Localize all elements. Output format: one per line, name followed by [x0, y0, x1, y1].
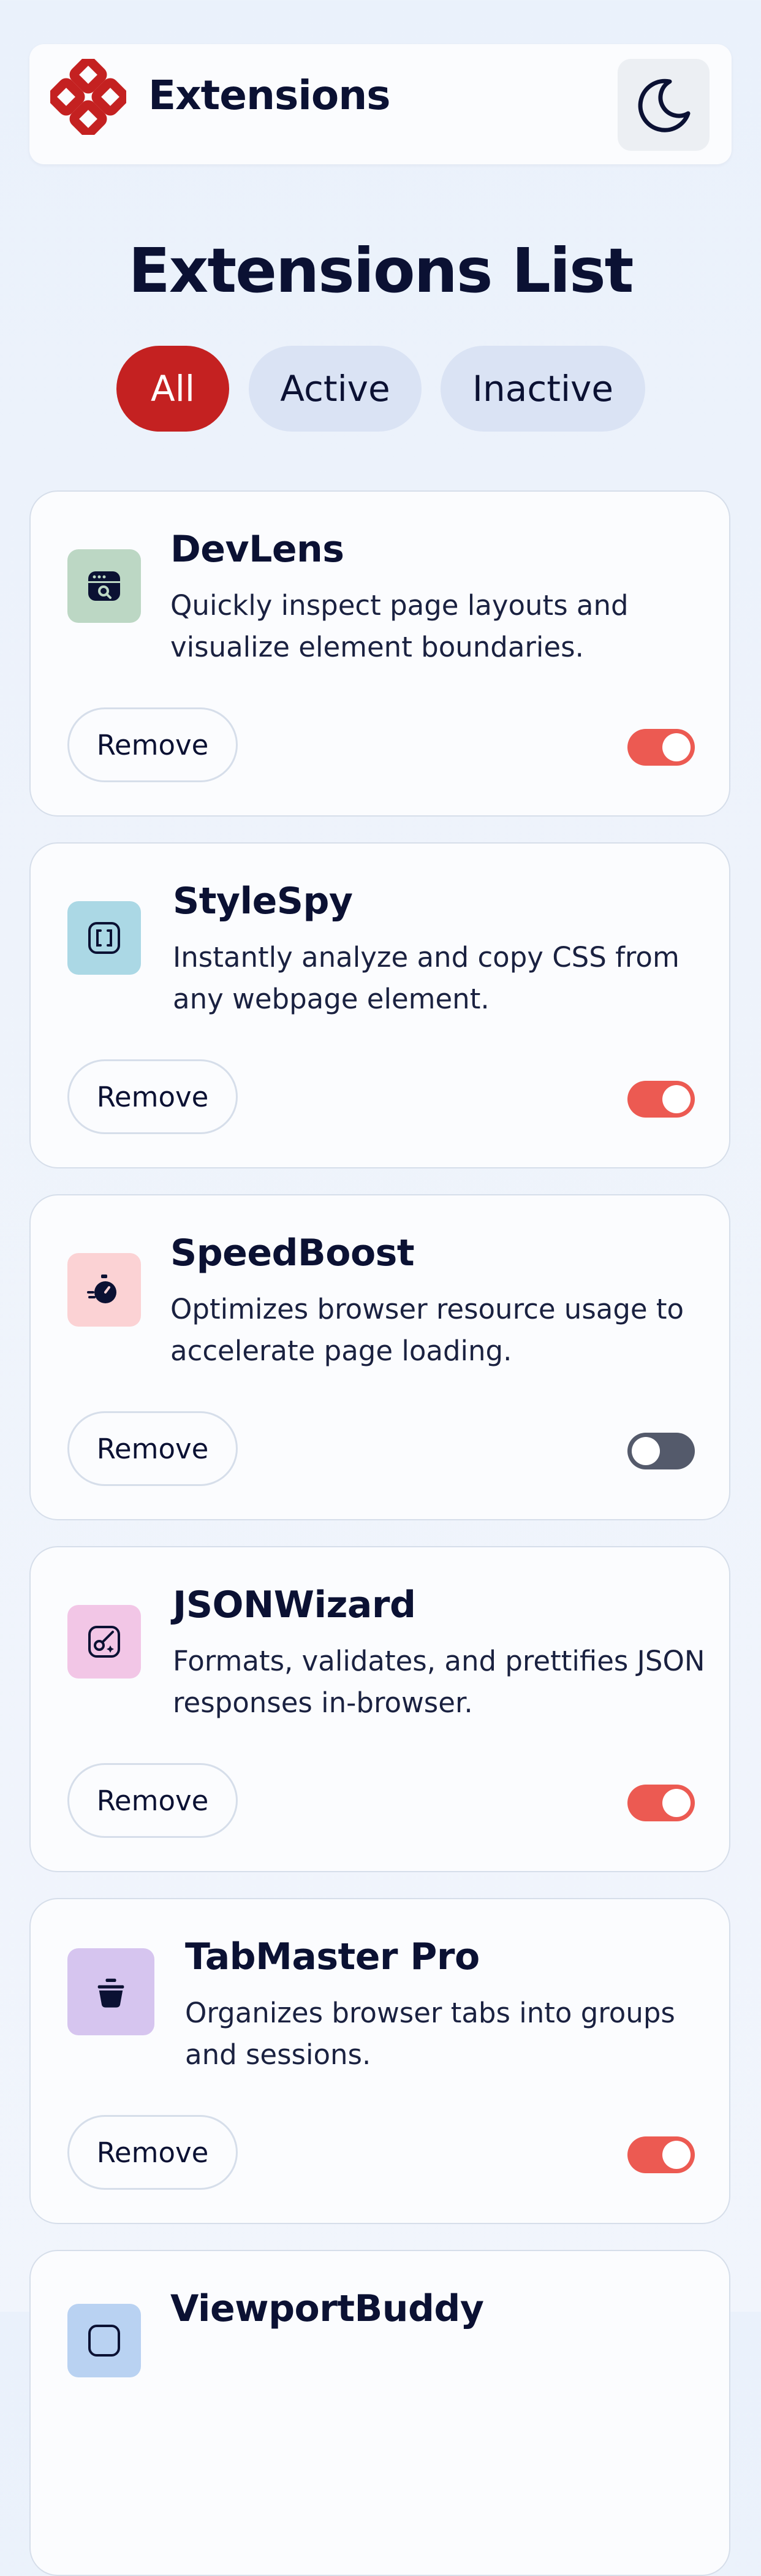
filter-all-button[interactable]: All [116, 346, 229, 432]
extension-name: StyleSpy [173, 880, 353, 923]
extension-card-stylespy: StyleSpy Instantly analyze and copy CSS … [29, 842, 730, 1168]
basket-icon [97, 1978, 124, 2008]
enable-toggle[interactable] [627, 1785, 695, 1821]
extension-card-jsonwizard: JSONWizard Formats, validates, and prett… [29, 1546, 730, 1872]
remove-button[interactable]: Remove [67, 2115, 238, 2190]
extension-card-viewportbuddy: ViewportBuddy [29, 2250, 730, 2576]
filter-bar: All Active Inactive [0, 346, 761, 432]
extension-icon-tile [67, 2304, 141, 2377]
viewport-icon [88, 2325, 120, 2357]
extension-icon-tile [67, 901, 141, 975]
remove-button[interactable]: Remove [67, 1763, 238, 1838]
brand-name: Extensions [148, 72, 390, 119]
toggle-knob [662, 733, 691, 761]
extension-description: Quickly inspect page layouts and visuali… [170, 589, 629, 663]
remove-button[interactable]: Remove [67, 1059, 238, 1134]
remove-button[interactable]: Remove [67, 707, 238, 782]
filter-inactive-button[interactable]: Inactive [441, 346, 645, 432]
app-header: Extensions [29, 44, 732, 164]
moon-icon [638, 78, 691, 132]
toggle-knob [662, 1085, 691, 1113]
page-title: Extensions List [128, 235, 634, 307]
extension-icon-tile [67, 1948, 154, 2035]
extension-description: Organizes browser tabs into groups and s… [185, 1997, 675, 2071]
extension-name: SpeedBoost [170, 1232, 415, 1275]
extension-description: Optimizes browser resource usage to acce… [170, 1293, 684, 1367]
extension-icon-tile [67, 549, 141, 623]
remove-button[interactable]: Remove [67, 1411, 238, 1486]
enable-toggle[interactable] [627, 1081, 695, 1118]
extension-icon-tile [67, 1253, 141, 1327]
theme-toggle-button[interactable] [618, 59, 710, 151]
extension-name: DevLens [170, 528, 344, 571]
enable-toggle[interactable] [627, 1433, 695, 1469]
extension-card-speedboost: SpeedBoost Optimizes browser resource us… [29, 1194, 730, 1520]
enable-toggle[interactable] [627, 729, 695, 766]
toggle-knob [662, 2141, 691, 2169]
filter-active-button[interactable]: Active [249, 346, 422, 432]
extension-description: Formats, validates, and prettifies JSON … [173, 1645, 705, 1719]
extension-name: JSONWizard [173, 1583, 416, 1626]
toggle-knob [662, 1789, 691, 1817]
toggle-knob [632, 1437, 660, 1465]
extension-name: ViewportBuddy [170, 2287, 484, 2330]
extensions-logo-icon [50, 59, 126, 135]
browser-search-icon [88, 571, 120, 601]
extension-card-tabmaster-pro: TabMaster Pro Organizes browser tabs int… [29, 1898, 730, 2224]
extension-icon-tile [67, 1605, 141, 1679]
extension-name: TabMaster Pro [185, 1935, 480, 1978]
extension-card-devlens: DevLens Quickly inspect page layouts and… [29, 490, 730, 817]
stopwatch-icon [87, 1275, 116, 1303]
extension-description: Instantly analyze and copy CSS from any … [173, 941, 680, 1015]
magic-image-icon [88, 1626, 120, 1658]
brackets-icon [88, 922, 120, 954]
enable-toggle[interactable] [627, 2136, 695, 2173]
